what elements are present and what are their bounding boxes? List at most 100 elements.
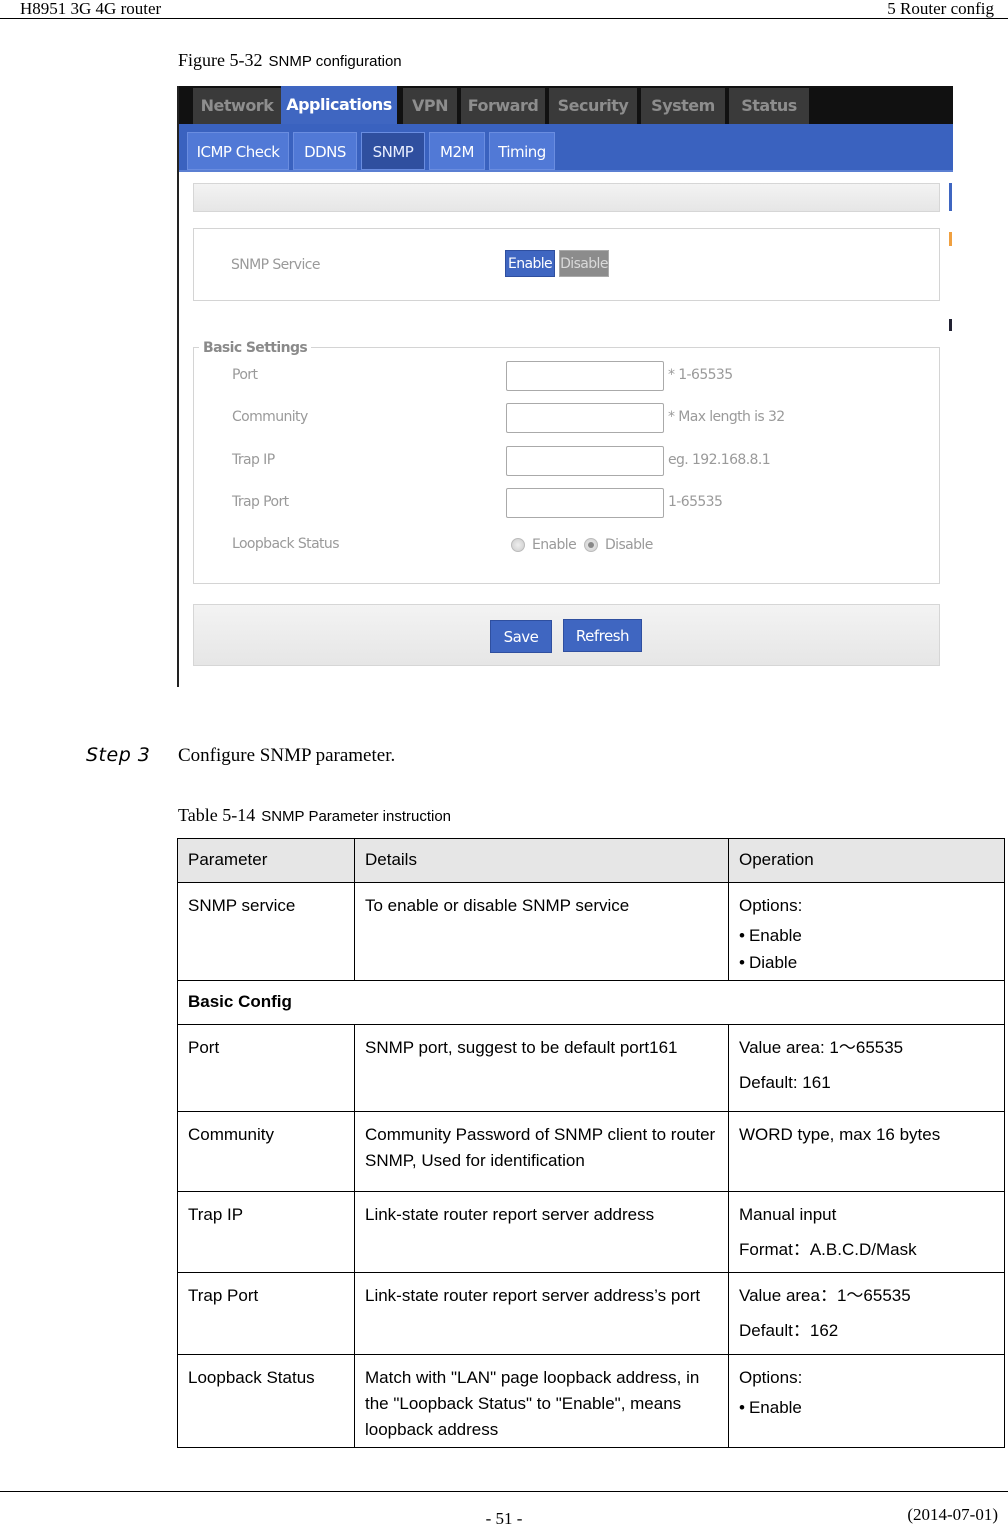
port-label: Port [232,367,258,383]
tab-applications[interactable]: Applications [281,86,397,126]
cell-operation: Value area：1～65535 Default：162 [728,1272,1005,1355]
figure-number: Figure 5-32 [178,50,263,70]
table-row: Trap Port Link-state router report serve… [177,1272,1005,1355]
snmp-service-panel: SNMP Service Enable Disable [193,228,940,301]
tab-vpn[interactable]: VPN [403,88,457,124]
cell-details: Community Password of SNMP client to rou… [354,1111,729,1192]
cell-operation: Manual input Format：A.B.C.D/Mask [728,1191,1005,1273]
edge-decoration [949,232,952,246]
subtab-ddns[interactable]: DDNS [293,132,357,170]
settings-content: SNMP Service Enable Disable Basic Settin… [179,174,953,687]
cell-operation: Options: Enable [728,1354,1005,1448]
cell-parameter: Port [177,1024,355,1112]
operation-line: Value area: 1～65535 [739,1038,904,1057]
header-details: Details [354,838,729,883]
loopback-status-label: Loopback Status [232,536,340,552]
table-row: Community Community Password of SNMP cli… [177,1111,1005,1192]
loopback-enable-radio[interactable] [511,538,525,552]
refresh-button[interactable]: Refresh [563,619,642,652]
subtab-m2m[interactable]: M2M [429,132,485,170]
basic-settings-title: Basic Settings [199,340,312,356]
cell-details: SNMP port, suggest to be default port161 [354,1024,729,1112]
cell-parameter: SNMP service [177,882,355,981]
subtab-timing[interactable]: Timing [489,132,555,170]
figure-caption: Figure 5-32 SNMP configuration [178,50,402,71]
trap-port-label: Trap Port [232,494,289,510]
port-hint: * 1-65535 [668,367,733,383]
save-button[interactable]: Save [490,620,552,653]
document-date: (2014-07-01) [907,1505,998,1524]
option-item: Enable [739,1394,994,1421]
table-row: Port SNMP port, suggest to be default po… [177,1024,1005,1112]
snmp-config-screenshot: Network Applications VPN Forward Securit… [177,86,953,687]
table-title: SNMP Parameter instruction [261,808,452,825]
section-basic-config: Basic Config [177,980,1005,1025]
header-operation: Operation [728,838,1005,883]
subtab-snmp[interactable]: SNMP [361,132,425,170]
table-row: Loopback Status Match with "LAN" page lo… [177,1354,1005,1448]
options-label: Options: [739,896,803,915]
cell-parameter: Community [177,1111,355,1192]
operation-line: WORD type, max 16 bytes [739,1125,941,1144]
loopback-enable-label: Enable [532,537,577,553]
cell-parameter: Trap Port [177,1272,355,1355]
snmp-disable-button[interactable]: Disable [559,250,609,277]
options-label: Options: [739,1368,803,1387]
community-input[interactable] [506,403,664,433]
footer-divider [0,1491,1008,1492]
snmp-parameter-table: Parameter Details Operation SNMP service… [177,838,1005,1448]
loopback-disable-radio[interactable] [584,538,598,552]
cell-parameter: Loopback Status [177,1354,355,1448]
operation-line: Manual input [739,1205,837,1224]
page-header: H8951 3G 4G router 5 Router config [0,0,1008,19]
step-label: Step 3 [86,744,151,766]
main-nav-tabs: Network Applications VPN Forward Securit… [179,86,953,126]
operation-line: Format：A.B.C.D/Mask [739,1240,917,1259]
step-text: Configure SNMP parameter. [178,745,396,766]
tab-security[interactable]: Security [549,88,637,124]
table-caption: Table 5-14 SNMP Parameter instruction [178,805,451,826]
community-label: Community [232,409,308,425]
tab-forward[interactable]: Forward [461,88,545,124]
port-input[interactable] [506,361,664,391]
edge-decoration [949,319,952,331]
figure-title: SNMP configuration [268,53,402,70]
operation-line: Default: 161 [739,1073,831,1092]
community-hint: * Max length is 32 [668,409,785,425]
section-row: Basic Config [177,980,1005,1025]
edge-decoration [949,183,952,211]
trap-port-hint: 1-65535 [668,494,723,510]
operation-line: Value area：1～65535 [739,1286,911,1305]
tab-system[interactable]: System [641,88,725,124]
table-header-row: Parameter Details Operation [177,838,1005,883]
cell-operation: WORD type, max 16 bytes [728,1111,1005,1192]
cell-operation: Value area: 1～65535 Default: 161 [728,1024,1005,1112]
trap-ip-hint: eg. 192.168.8.1 [668,452,771,468]
cell-details: Link-state router report server address [354,1191,729,1273]
cell-parameter: Trap IP [177,1191,355,1273]
table-number: Table 5-14 [178,805,256,825]
table-row: SNMP service To enable or disable SNMP s… [177,882,1005,981]
chapter-title: 5 Router config [887,0,994,18]
tab-status[interactable]: Status [729,88,809,124]
trap-ip-input[interactable] [506,446,664,476]
tab-network[interactable]: Network [193,88,281,124]
cell-details: To enable or disable SNMP service [354,882,729,981]
snmp-enable-button[interactable]: Enable [505,250,555,277]
header-parameter: Parameter [177,838,355,883]
subtab-icmp-check[interactable]: ICMP Check [187,132,289,170]
operation-line: Default：162 [739,1321,839,1340]
document-title: H8951 3G 4G router [20,0,162,18]
sub-nav-bar: ICMP Check DDNS SNMP M2M Timing [179,124,953,172]
trap-ip-label: Trap IP [232,452,275,468]
page-number: - 51 - [485,1509,523,1528]
option-item: Enable [739,922,994,949]
loopback-disable-label: Disable [605,537,653,553]
cell-details: Match with "LAN" page loopback address, … [354,1354,729,1448]
option-item: Diable [739,949,994,976]
trap-port-input[interactable] [506,488,664,518]
snmp-service-label: SNMP Service [231,257,320,273]
top-info-bar [193,183,940,212]
table-row: Trap IP Link-state router report server … [177,1191,1005,1273]
cell-operation: Options: Enable Diable [728,882,1005,981]
